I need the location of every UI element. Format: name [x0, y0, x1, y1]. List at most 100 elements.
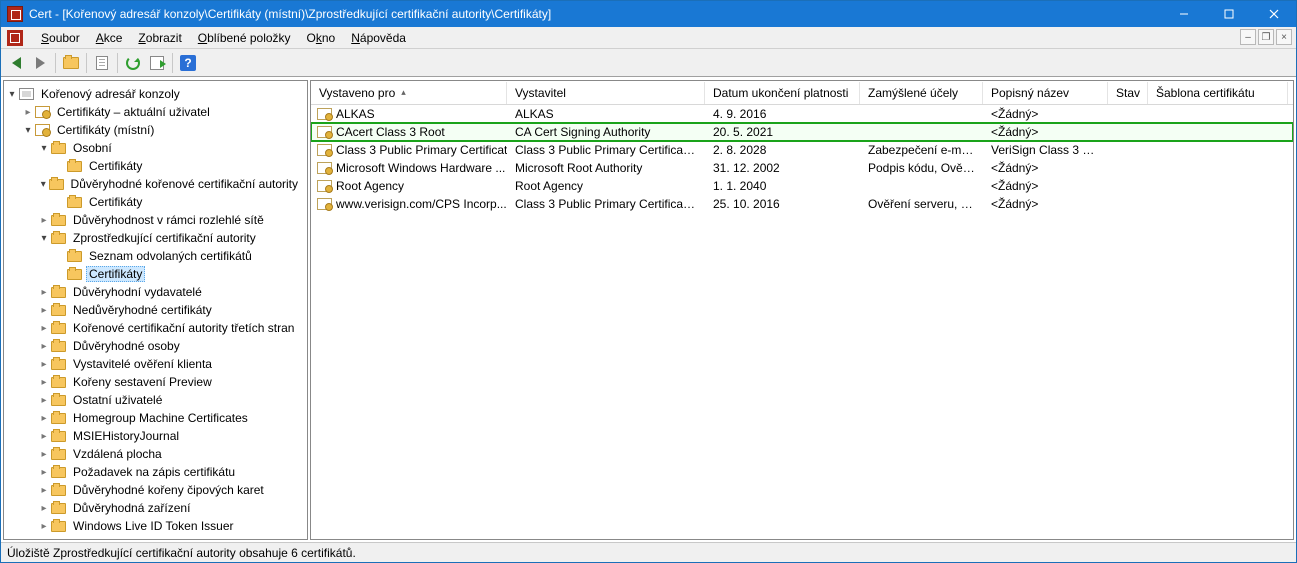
- close-button[interactable]: [1251, 1, 1296, 27]
- expander-icon[interactable]: [38, 287, 50, 298]
- tree-node-trusted-publishers[interactable]: Důvěryhodní vydavatelé: [6, 283, 305, 301]
- certificates-icon: [34, 104, 50, 120]
- titlebar[interactable]: Cert - [Kořenový adresář konzoly\Certifi…: [1, 1, 1296, 27]
- tree-node-remote-desktop[interactable]: Vzdálená plocha: [6, 445, 305, 463]
- column-header-template[interactable]: Šablona certifikátu: [1148, 82, 1288, 104]
- expander-icon[interactable]: [38, 485, 50, 496]
- table-row[interactable]: Class 3 Public Primary Certificat...Clas…: [311, 141, 1293, 159]
- mdi-controls: – ❐ ×: [1240, 29, 1292, 45]
- folder-icon: [50, 428, 66, 444]
- tree-node-client-auth[interactable]: Vystavitelé ověření klienta: [6, 355, 305, 373]
- column-header-issued-by[interactable]: Vystavitel: [507, 82, 705, 104]
- expander-icon[interactable]: [38, 323, 50, 334]
- column-header-issued-to[interactable]: Vystaveno pro: [311, 82, 507, 104]
- mdi-minimize-button[interactable]: –: [1240, 29, 1256, 45]
- tree-node-trusted-root[interactable]: Důvěryhodné kořenové certifikační autori…: [6, 175, 305, 193]
- tree-node-msie[interactable]: MSIEHistoryJournal: [6, 427, 305, 445]
- tree-node-homegroup[interactable]: Homegroup Machine Certificates: [6, 409, 305, 427]
- tree-node-crl[interactable]: Seznam odvolaných certifikátů: [6, 247, 305, 265]
- tree-node-personal[interactable]: Osobní: [6, 139, 305, 157]
- table-row[interactable]: Microsoft Windows Hardware ...Microsoft …: [311, 159, 1293, 177]
- cell-issued-by: Class 3 Public Primary Certificatio...: [507, 143, 705, 157]
- tree-node-smartcard[interactable]: Důvěryhodné kořeny čipových karet: [6, 481, 305, 499]
- folder-icon: [50, 284, 66, 300]
- menu-favorites[interactable]: Oblíbené položky: [190, 29, 299, 47]
- arrow-left-icon: [12, 57, 21, 69]
- tree-node-untrusted[interactable]: Nedůvěryhodné certifikáty: [6, 301, 305, 319]
- cell-friendly: VeriSign Class 3 Pu...: [983, 143, 1108, 157]
- export-button[interactable]: [146, 52, 168, 74]
- forward-button[interactable]: [29, 52, 51, 74]
- expander-icon[interactable]: [22, 107, 34, 118]
- expander-icon[interactable]: [38, 215, 50, 226]
- help-button[interactable]: ?: [177, 52, 199, 74]
- tree-node-personal-certs[interactable]: Certifikáty: [6, 157, 305, 175]
- properties-button[interactable]: [91, 52, 113, 74]
- expander-icon[interactable]: [38, 521, 50, 532]
- tree-node-trusted-people[interactable]: Důvěryhodné osoby: [6, 337, 305, 355]
- tree-node-enterprise-trust[interactable]: Důvěryhodnost v rámci rozlehlé sítě: [6, 211, 305, 229]
- tree-node-cert-enroll[interactable]: Požadavek na zápis certifikátu: [6, 463, 305, 481]
- column-header-purposes[interactable]: Zamýšlené účely: [860, 82, 983, 104]
- expander-icon[interactable]: [38, 395, 50, 406]
- menu-view[interactable]: Zobrazit: [130, 29, 189, 47]
- tree-node-intermediate-certs[interactable]: Certifikáty: [6, 265, 305, 283]
- tree-node-root[interactable]: Kořenový adresář konzoly: [6, 85, 305, 103]
- back-button[interactable]: [5, 52, 27, 74]
- tree-node-intermediate[interactable]: Zprostředkující certifikační autority: [6, 229, 305, 247]
- certificate-icon: [317, 162, 332, 174]
- up-button[interactable]: [60, 52, 82, 74]
- tree-node-other-users[interactable]: Ostatní uživatelé: [6, 391, 305, 409]
- tree-node-trusted-root-certs[interactable]: Certifikáty: [6, 193, 305, 211]
- expander-icon[interactable]: [38, 467, 50, 478]
- expander-icon[interactable]: [38, 413, 50, 424]
- expander-icon[interactable]: [38, 431, 50, 442]
- expander-icon[interactable]: [38, 341, 50, 352]
- tree-node-certs-user[interactable]: Certifikáty – aktuální uživatel: [6, 103, 305, 121]
- expander-icon[interactable]: [38, 449, 50, 460]
- list-pane: Vystaveno pro Vystavitel Datum ukončení …: [310, 80, 1294, 540]
- column-header-status[interactable]: Stav: [1108, 82, 1148, 104]
- menu-action[interactable]: Akce: [88, 29, 131, 47]
- mdi-close-button[interactable]: ×: [1276, 29, 1292, 45]
- expander-icon[interactable]: [38, 143, 50, 154]
- content-area: Kořenový adresář konzoly Certifikáty – a…: [1, 77, 1296, 542]
- expander-icon[interactable]: [38, 377, 50, 388]
- column-header-friendly[interactable]: Popisný název: [983, 82, 1108, 104]
- cell-issued-to: CAcert Class 3 Root: [311, 125, 507, 139]
- tree-node-third-party[interactable]: Kořenové certifikační autority třetích s…: [6, 319, 305, 337]
- column-headers: Vystaveno pro Vystavitel Datum ukončení …: [311, 81, 1293, 105]
- tree-node-certs-local[interactable]: Certifikáty (místní): [6, 121, 305, 139]
- tree-node-preview-build[interactable]: Kořeny sestavení Preview: [6, 373, 305, 391]
- tree-pane[interactable]: Kořenový adresář konzoly Certifikáty – a…: [3, 80, 308, 540]
- certificate-icon: [317, 180, 332, 192]
- table-row[interactable]: www.verisign.com/CPS Incorp...Class 3 Pu…: [311, 195, 1293, 213]
- maximize-button[interactable]: [1206, 1, 1251, 27]
- expander-icon[interactable]: [38, 503, 50, 514]
- table-row[interactable]: Root AgencyRoot Agency1. 1. 2040<Žádný>: [311, 177, 1293, 195]
- minimize-button[interactable]: [1161, 1, 1206, 27]
- expander-icon[interactable]: [6, 89, 18, 100]
- column-header-expiry[interactable]: Datum ukončení platnosti: [705, 82, 860, 104]
- menu-window[interactable]: Okno: [299, 29, 344, 47]
- menu-help[interactable]: Nápověda: [343, 29, 414, 47]
- list-body[interactable]: ALKASALKAS4. 9. 2016<Žádný>CAcert Class …: [311, 105, 1293, 539]
- expander-icon[interactable]: [38, 359, 50, 370]
- menu-file[interactable]: Soubor: [33, 29, 88, 47]
- folder-icon: [49, 176, 64, 192]
- expander-icon[interactable]: [38, 179, 49, 190]
- tree-node-trusted-devices[interactable]: Důvěryhodná zařízení: [6, 499, 305, 517]
- mdi-restore-button[interactable]: ❐: [1258, 29, 1274, 45]
- folder-icon: [50, 392, 66, 408]
- tree-node-wlid[interactable]: Windows Live ID Token Issuer: [6, 517, 305, 535]
- table-row[interactable]: ALKASALKAS4. 9. 2016<Žádný>: [311, 105, 1293, 123]
- certificate-icon: [317, 108, 332, 120]
- folder-icon: [50, 302, 66, 318]
- refresh-button[interactable]: [122, 52, 144, 74]
- folder-icon: [50, 320, 66, 336]
- expander-icon[interactable]: [38, 305, 50, 316]
- expander-icon[interactable]: [22, 125, 34, 136]
- folder-icon: [50, 140, 66, 156]
- expander-icon[interactable]: [38, 233, 50, 244]
- table-row[interactable]: CAcert Class 3 RootCA Cert Signing Autho…: [311, 123, 1293, 141]
